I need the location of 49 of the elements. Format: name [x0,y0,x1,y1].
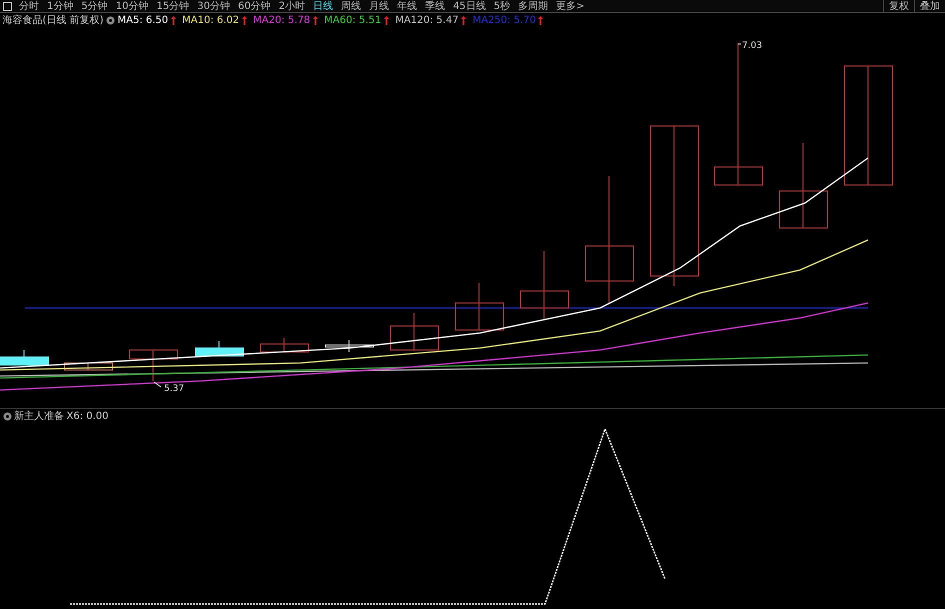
period-tab[interactable]: 分时 [15,0,43,12]
up-arrow-icon [538,16,544,25]
candlestick [129,350,178,382]
period-tab[interactable]: 5分钟 [77,0,112,12]
period-tab[interactable]: 1分钟 [43,0,78,12]
period-tab[interactable]: 周线 [337,0,366,12]
leader-line [154,382,162,388]
candlestick [195,340,244,356]
period-tab[interactable]: 季线 [421,0,450,12]
chart-title: 海容食品(日线 前复权) [2,14,104,28]
period-tab[interactable]: 5秒 [490,0,514,12]
candlestick [390,312,439,350]
period-tab[interactable]: 更多> [552,0,589,12]
up-arrow-icon [170,16,176,25]
moving-average-value: MA60: 5.51 [324,14,382,28]
candlestick [455,282,504,330]
low-price-label: 5.37 [164,384,184,394]
up-arrow-icon [461,16,466,25]
settings-icon[interactable] [2,412,12,421]
up-arrow-icon [312,16,318,25]
candlestick [520,250,569,320]
moving-average-value: MA20: 5.78 [253,14,310,28]
up-arrow-icon [242,16,247,25]
period-tab[interactable]: 15分钟 [152,0,194,12]
indicator-title: 新主人准备 [14,410,64,424]
moving-average-value: MA250: 5.70 [472,14,536,28]
candlestick [64,362,113,370]
moving-average-value: MA10: 6.02 [182,14,240,28]
candlestick [0,350,49,366]
high-price-label: 7.03 [742,41,762,51]
toolbar-button[interactable]: 复权 [883,0,914,12]
period-tab[interactable]: 2小时 [274,0,310,12]
settings-icon[interactable] [106,16,115,25]
moving-average-value: MA120: 5.47 [395,14,459,28]
period-tab[interactable]: 10分钟 [112,0,152,12]
toolbar-button[interactable]: 叠加 [914,0,945,12]
moving-average-value: MA5: 6.50 [117,14,168,28]
period-tab[interactable]: 30分钟 [193,0,234,12]
window-icon[interactable] [3,2,12,10]
candlestick [260,338,309,352]
period-tab[interactable]: 日线 [309,0,338,12]
period-tab[interactable]: 月线 [365,0,394,12]
up-arrow-icon [384,16,389,25]
period-tab[interactable]: 年线 [393,0,422,12]
indicator-reading: X6: 0.00 [66,410,109,424]
period-tab[interactable]: 45日线 [449,0,490,12]
candlestick [325,340,374,352]
period-tab[interactable]: 多周期 [514,0,552,12]
period-tab[interactable]: 60分钟 [234,0,275,12]
